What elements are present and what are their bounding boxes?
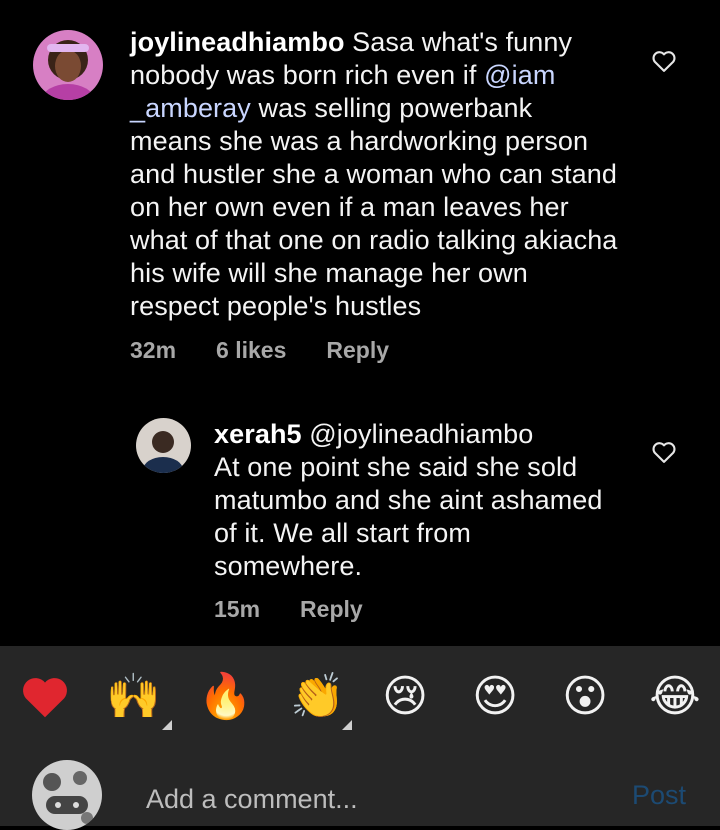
emoji-variant-indicator (162, 720, 172, 730)
tears-of-joy-icon[interactable]: 😂 (648, 670, 702, 724)
mention-link[interactable]: @joylineadhiambo (302, 419, 534, 449)
post-button[interactable]: Post (632, 780, 686, 811)
comment-username[interactable]: joylineadhiambo (130, 27, 345, 57)
emoji-quick-reactions: 🙌 🔥 👏 😢 😍 😮 😂 (0, 670, 720, 730)
fire-icon[interactable]: 🔥 (198, 670, 253, 724)
comment-username[interactable]: xerah5 (214, 419, 302, 449)
comment-timestamp: 32m (130, 337, 177, 363)
comment-body: xerah5 @joylineadhiambo At one point she … (214, 418, 624, 583)
astonished-face-icon[interactable]: 😮 (558, 670, 612, 724)
like-heart-icon[interactable] (650, 47, 678, 75)
emoji-variant-indicator (342, 720, 352, 730)
comment-text: At one point she said she sold matumbo a… (214, 452, 603, 581)
comment-input[interactable] (144, 778, 608, 820)
avatar[interactable] (33, 30, 103, 100)
heart-eyes-icon[interactable]: 😍 (468, 670, 522, 724)
comment-body: joylineadhiambo Sasa what's funny nobody… (130, 26, 620, 323)
comment-meta: 15m Reply (214, 596, 403, 623)
user-avatar[interactable] (32, 760, 102, 830)
avatar[interactable] (136, 418, 191, 473)
comment-timestamp: 15m (214, 596, 261, 622)
comment-input-row: Post (0, 750, 720, 830)
likes-count[interactable]: 6 likes (216, 337, 286, 363)
comment-meta: 32m 6 likes Reply (130, 337, 429, 364)
reply-button[interactable]: Reply (326, 337, 389, 363)
comment-composer: 🙌 🔥 👏 😢 😍 😮 😂 Post (0, 646, 720, 830)
comment-text: was selling powerbank means she was a ha… (130, 93, 618, 321)
crying-face-icon[interactable]: 😢 (378, 670, 432, 724)
like-heart-icon[interactable] (650, 438, 678, 466)
raising-hands-icon[interactable]: 🙌 (106, 670, 161, 724)
reply-button[interactable]: Reply (300, 596, 363, 622)
red-heart-icon[interactable] (18, 670, 72, 724)
clapping-hands-icon[interactable]: 👏 (290, 670, 345, 724)
